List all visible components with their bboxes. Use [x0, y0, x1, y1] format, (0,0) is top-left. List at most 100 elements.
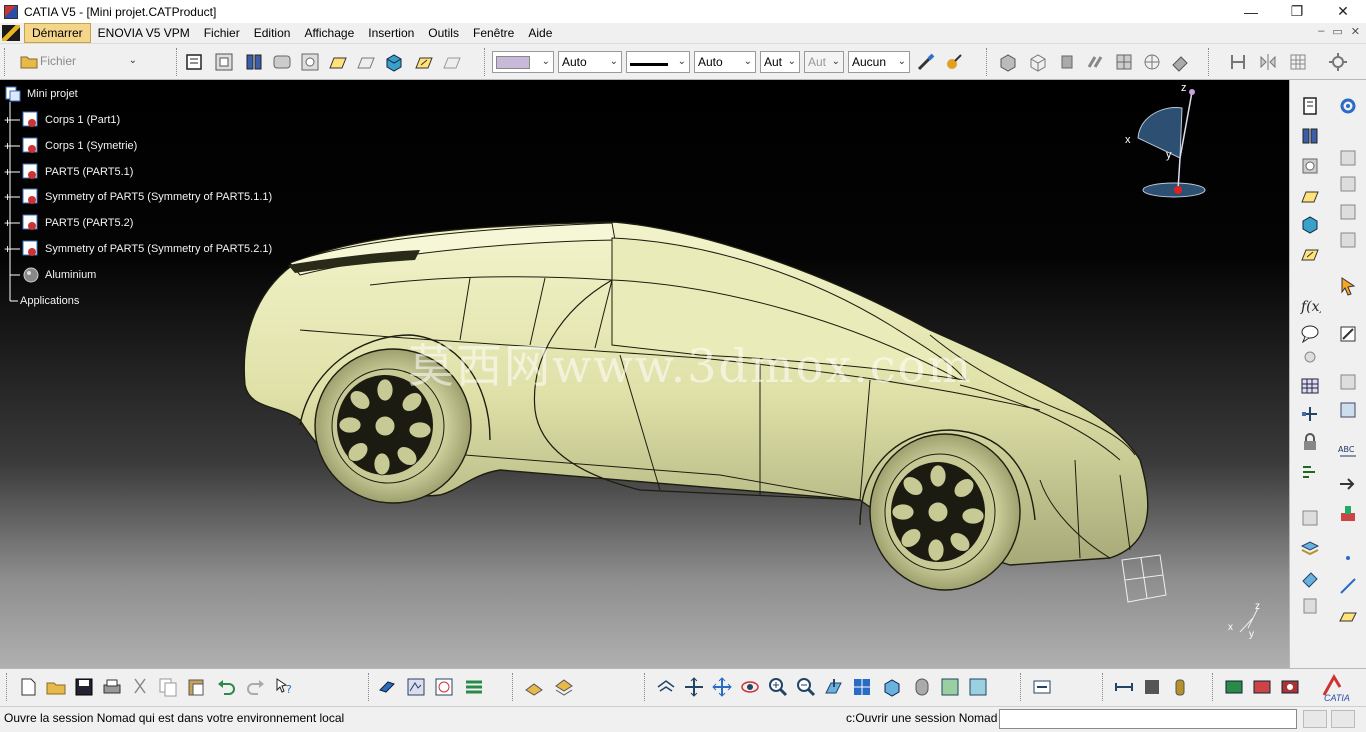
paintbrush-icon[interactable] — [914, 50, 938, 74]
help-whatsthis-icon[interactable]: ? — [272, 675, 296, 699]
close-button[interactable]: ✕ — [1320, 0, 1366, 23]
aut-combo-2[interactable]: Aut ⌄ — [804, 51, 844, 73]
toolbar-grip[interactable] — [484, 48, 487, 76]
zoom-out-icon[interactable] — [794, 675, 818, 699]
grid-icon[interactable] — [1286, 50, 1310, 74]
fast-multi-instantiation-icon[interactable] — [522, 675, 546, 699]
dassault-logo-icon[interactable] — [2, 25, 20, 41]
assembly-icon-2[interactable] — [1336, 172, 1360, 196]
tree-material-node[interactable]: Aluminium — [22, 266, 96, 284]
command-history-button[interactable] — [1303, 710, 1327, 728]
save-icon[interactable] — [72, 675, 96, 699]
transparency-combo[interactable]: Auto ⌄ — [558, 51, 622, 73]
copy-icon[interactable] — [156, 675, 180, 699]
menu-insertion[interactable]: Insertion — [361, 24, 421, 42]
expand-plus-icon[interactable]: + — [4, 216, 16, 230]
eraser-icon[interactable] — [1298, 566, 1322, 590]
menu-enovia[interactable]: ENOVIA V5 VPM — [91, 24, 197, 42]
new-part-icon[interactable] — [182, 50, 206, 74]
tree-node[interactable]: + Symmetry of PART5 (Symmetry of PART5.1… — [4, 188, 272, 206]
point-icon[interactable] — [1336, 546, 1360, 570]
cut-icon[interactable] — [128, 675, 152, 699]
render-icon-1[interactable] — [1222, 675, 1246, 699]
product-icon[interactable] — [242, 50, 266, 74]
section-icon[interactable] — [1336, 370, 1360, 394]
toolbar-grip[interactable] — [6, 673, 9, 701]
component-icon[interactable] — [212, 50, 236, 74]
undo-icon[interactable] — [214, 675, 238, 699]
catalog-icon[interactable] — [376, 675, 400, 699]
annotation-icon[interactable] — [1298, 322, 1322, 346]
plane-icon[interactable] — [1336, 604, 1360, 628]
eraser-icon[interactable] — [1168, 50, 1192, 74]
line-icon[interactable] — [1336, 574, 1360, 598]
color-combo[interactable]: ⌄ — [492, 51, 554, 73]
bulb-icon[interactable] — [1298, 348, 1322, 372]
replace-component-icon[interactable] — [298, 50, 322, 74]
layers-icon[interactable] — [1298, 536, 1322, 560]
properties-icon[interactable] — [942, 50, 966, 74]
render-icon-2[interactable] — [1250, 675, 1274, 699]
pad-icon[interactable] — [382, 50, 406, 74]
plane-icon[interactable] — [354, 50, 378, 74]
toolbar-grip[interactable] — [1208, 48, 1211, 76]
component-icon[interactable] — [1298, 154, 1322, 178]
arrow-icon[interactable] — [1336, 472, 1360, 496]
print-icon[interactable] — [100, 675, 124, 699]
layer-combo[interactable]: Aucun ⌄ — [848, 51, 910, 73]
tree-applications-node[interactable]: Applications — [20, 292, 79, 310]
sketcher-icon[interactable] — [1298, 94, 1322, 118]
lock-icon[interactable] — [1298, 430, 1322, 454]
product-icon[interactable] — [1298, 124, 1322, 148]
tree-node[interactable]: + Corps 1 (Symetrie) — [4, 137, 137, 155]
redo-icon[interactable] — [244, 675, 268, 699]
table-icon[interactable] — [1298, 374, 1322, 398]
fly-mode-icon[interactable] — [404, 675, 428, 699]
settings-gear-icon[interactable] — [1336, 94, 1360, 118]
command-options-button[interactable] — [1331, 710, 1355, 728]
maximize-button[interactable]: ❐ — [1274, 0, 1320, 23]
measure-inertia-icon[interactable] — [1168, 675, 1192, 699]
iso-view-icon[interactable] — [880, 675, 904, 699]
3d-viewport[interactable]: z x y z x y 莫西网www.3dmox.com Mini projet… — [0, 80, 1289, 668]
sketch-plane-icon[interactable] — [1298, 184, 1322, 208]
toolbar-grip[interactable] — [368, 673, 371, 701]
aut-combo-1[interactable]: Aut ⌄ — [760, 51, 800, 73]
workbench-file-combo[interactable]: Fichier ⌄ — [14, 51, 140, 73]
snap-icon[interactable] — [1326, 50, 1350, 74]
menu-aide[interactable]: Aide — [521, 24, 559, 42]
swap-visible-space-icon[interactable] — [966, 675, 990, 699]
axis-system-icon[interactable] — [1140, 50, 1164, 74]
surface-grey-icon[interactable] — [440, 50, 464, 74]
knowledge-icon[interactable] — [1298, 506, 1322, 530]
paste-icon[interactable] — [184, 675, 208, 699]
menu-affichage[interactable]: Affichage — [297, 24, 361, 42]
fly-icon[interactable] — [654, 675, 678, 699]
toolbar-grip[interactable] — [1102, 673, 1105, 701]
toolbar-grip[interactable] — [176, 48, 179, 76]
measure-item-icon[interactable] — [1140, 675, 1164, 699]
assembly-icon[interactable] — [1336, 146, 1360, 170]
minimize-button[interactable]: — — [1228, 0, 1274, 23]
command-input[interactable] — [999, 709, 1297, 729]
menu-demarrer[interactable]: Démarrer — [24, 23, 91, 43]
frame-icon[interactable] — [1336, 398, 1360, 422]
rotate-icon[interactable] — [738, 675, 762, 699]
assembly-icon-3[interactable] — [1336, 200, 1360, 224]
menu-fichier[interactable]: Fichier — [197, 24, 247, 42]
mdi-close-button[interactable]: ✕ — [1351, 25, 1360, 38]
linetype-combo[interactable]: ⌄ — [626, 51, 690, 73]
multi-instantiation-icon[interactable] — [552, 675, 576, 699]
surface-icon[interactable] — [1298, 242, 1322, 266]
select-cursor-icon[interactable] — [1336, 274, 1360, 298]
mdi-restore-button[interactable]: ▭ — [1332, 25, 1342, 38]
existing-component-icon[interactable] — [270, 50, 294, 74]
pad-icon[interactable] — [1298, 212, 1322, 236]
shading-mode-icon[interactable] — [910, 675, 934, 699]
toolbar-grip[interactable] — [644, 673, 647, 701]
menu-outils[interactable]: Outils — [421, 24, 466, 42]
zoom-in-icon[interactable] — [766, 675, 790, 699]
assembly-icon-4[interactable] — [1336, 228, 1360, 252]
tree-root-node[interactable]: Mini projet — [4, 85, 78, 103]
new-file-icon[interactable] — [16, 675, 40, 699]
